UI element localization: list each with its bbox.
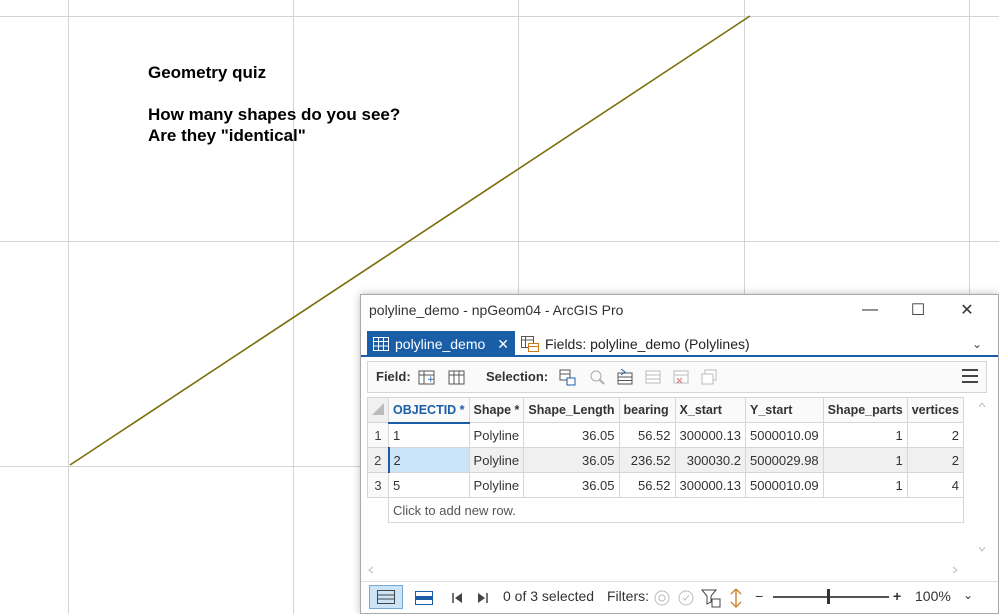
zoom-to-selection-icon[interactable] [588, 368, 606, 386]
table-icon [373, 337, 389, 351]
quiz-text: Geometry quiz How many shapes do you see… [148, 62, 400, 146]
cell-shape-length[interactable]: 36.05 [523, 472, 620, 498]
attribute-table: OBJECTID * Shape * Shape_Length bearing … [367, 397, 986, 574]
filters-label: Filters: [607, 588, 649, 604]
selection-count: 0 of 3 selected [503, 588, 595, 604]
cell-shape-parts[interactable]: 1 [822, 422, 908, 448]
status-bar: 0 of 3 selected Filters: − + 100% ⌄ [361, 581, 998, 613]
add-row-spacer [367, 497, 389, 523]
cell-shape[interactable]: Polyline [468, 422, 525, 448]
delete-selection-icon[interactable] [672, 368, 690, 386]
first-record-icon[interactable] [451, 592, 463, 604]
options-menu-icon[interactable] [962, 369, 978, 387]
cell-shape[interactable]: Polyline [468, 447, 525, 473]
cell-x-start[interactable]: 300030.2 [674, 447, 746, 473]
fields-table-icon [521, 336, 539, 352]
table-row[interactable]: 2 2 Polyline 36.05 236.52 300030.2 50000… [367, 447, 964, 473]
column-header-objectid[interactable]: OBJECTID * [388, 397, 470, 424]
cell-shape-parts[interactable]: 1 [822, 447, 908, 473]
cell-shape-length[interactable]: 36.05 [523, 422, 620, 448]
zoom-out-button[interactable]: − [755, 588, 763, 604]
zoom-dropdown-icon[interactable]: ⌄ [963, 588, 973, 602]
vertical-scrollbar[interactable] [975, 397, 989, 559]
svg-text:+: + [427, 375, 435, 385]
cell-shape-parts[interactable]: 1 [822, 472, 908, 498]
cell-objectid[interactable]: 1 [388, 422, 470, 448]
zoom-level[interactable]: 100% [915, 588, 951, 604]
add-row-prompt[interactable]: Click to add new row. [388, 497, 964, 523]
cell-shape-length[interactable]: 36.05 [523, 447, 620, 473]
cell-bearing[interactable]: 236.52 [618, 447, 676, 473]
column-header-vertices[interactable]: vertices [906, 397, 964, 423]
cell-objectid[interactable]: 2 [388, 447, 470, 473]
zoom-slider[interactable] [773, 589, 889, 604]
tab-fields-label: Fields: polyline_demo (Polylines) [545, 336, 750, 352]
cell-bearing[interactable]: 56.52 [618, 472, 676, 498]
quiz-question-2: Are they "identical" [148, 126, 306, 145]
cell-bearing[interactable]: 56.52 [618, 422, 676, 448]
corner-triangle-icon [372, 402, 384, 415]
row-number[interactable]: 1 [367, 422, 389, 448]
horizontal-scrollbar[interactable] [367, 563, 967, 577]
column-header-shape-parts[interactable]: Shape_parts [822, 397, 908, 423]
chevron-down-icon[interactable]: ⌄ [972, 337, 982, 351]
cell-y-start[interactable]: 5000010.09 [744, 472, 824, 498]
cell-y-start[interactable]: 5000010.09 [744, 422, 824, 448]
column-header-x-start[interactable]: X_start [674, 397, 746, 423]
tab-label: polyline_demo [395, 336, 486, 352]
column-header-shape[interactable]: Shape * [468, 397, 525, 423]
field-label: Field: [376, 369, 411, 384]
cell-objectid[interactable]: 5 [388, 472, 470, 498]
table-row[interactable]: 3 5 Polyline 36.05 56.52 300000.13 50000… [367, 472, 964, 498]
selection-label: Selection: [486, 369, 549, 384]
select-all-corner[interactable] [367, 397, 389, 423]
select-by-attributes-icon[interactable] [558, 368, 576, 386]
row-number[interactable]: 3 [367, 472, 389, 498]
add-field-icon[interactable]: + [418, 368, 436, 386]
cell-vertices[interactable]: 4 [906, 472, 964, 498]
column-header-bearing[interactable]: bearing [618, 397, 676, 423]
last-record-icon[interactable] [477, 592, 489, 604]
highlight-icon[interactable] [729, 588, 743, 608]
switch-selection-icon[interactable] [616, 368, 634, 386]
map-extent-filter-icon[interactable] [653, 589, 671, 607]
row-number[interactable]: 2 [367, 447, 390, 473]
add-row[interactable]: Click to add new row. [367, 497, 964, 523]
filter-table-icon[interactable] [701, 588, 721, 608]
cell-vertices[interactable]: 2 [906, 447, 964, 473]
quiz-question-1: How many shapes do you see? [148, 105, 401, 124]
tab-close-icon[interactable]: ✕ [497, 336, 509, 353]
show-all-records-button[interactable] [369, 585, 403, 609]
maximize-button[interactable]: ☐ [895, 295, 941, 325]
tab-strip: polyline_demo ✕ Fields: polyline_demo (P… [361, 327, 998, 357]
clear-selection-icon[interactable] [644, 368, 662, 386]
cell-shape[interactable]: Polyline [468, 472, 525, 498]
quiz-title: Geometry quiz [148, 63, 267, 82]
close-button[interactable]: ✕ [944, 295, 990, 325]
column-header-y-start[interactable]: Y_start [744, 397, 824, 423]
data-grid: OBJECTID * Shape * Shape_Length bearing … [367, 397, 964, 523]
attribute-table-window: polyline_demo - npGeom04 - ArcGIS Pro — … [360, 294, 999, 614]
cell-vertices[interactable]: 2 [906, 422, 964, 448]
zoom-in-button[interactable]: + [893, 588, 901, 604]
definition-query-filter-icon[interactable] [677, 589, 695, 607]
show-selected-records-icon[interactable] [415, 591, 433, 605]
minimize-button[interactable]: — [847, 295, 893, 325]
window-title: polyline_demo - npGeom04 - ArcGIS Pro [369, 302, 624, 318]
header-row: OBJECTID * Shape * Shape_Length bearing … [367, 397, 964, 424]
window-titlebar[interactable]: polyline_demo - npGeom04 - ArcGIS Pro — … [361, 295, 998, 327]
list-view-icon [377, 590, 395, 604]
table-toolbar: Field: + Selection: [367, 361, 987, 393]
cell-x-start[interactable]: 300000.13 [674, 472, 746, 498]
tab-polyline-demo[interactable]: polyline_demo ✕ [367, 331, 515, 357]
column-header-shape-length[interactable]: Shape_Length [523, 397, 620, 423]
table-row[interactable]: 1 1 Polyline 36.05 56.52 300000.13 50000… [367, 422, 964, 448]
copy-selection-icon[interactable] [700, 368, 718, 386]
cell-x-start[interactable]: 300000.13 [674, 422, 746, 448]
calculate-field-icon[interactable] [448, 368, 466, 386]
zoom-slider-thumb[interactable] [827, 589, 830, 604]
cell-y-start[interactable]: 5000029.98 [744, 447, 824, 473]
tab-fields[interactable]: Fields: polyline_demo (Polylines) [521, 331, 750, 357]
